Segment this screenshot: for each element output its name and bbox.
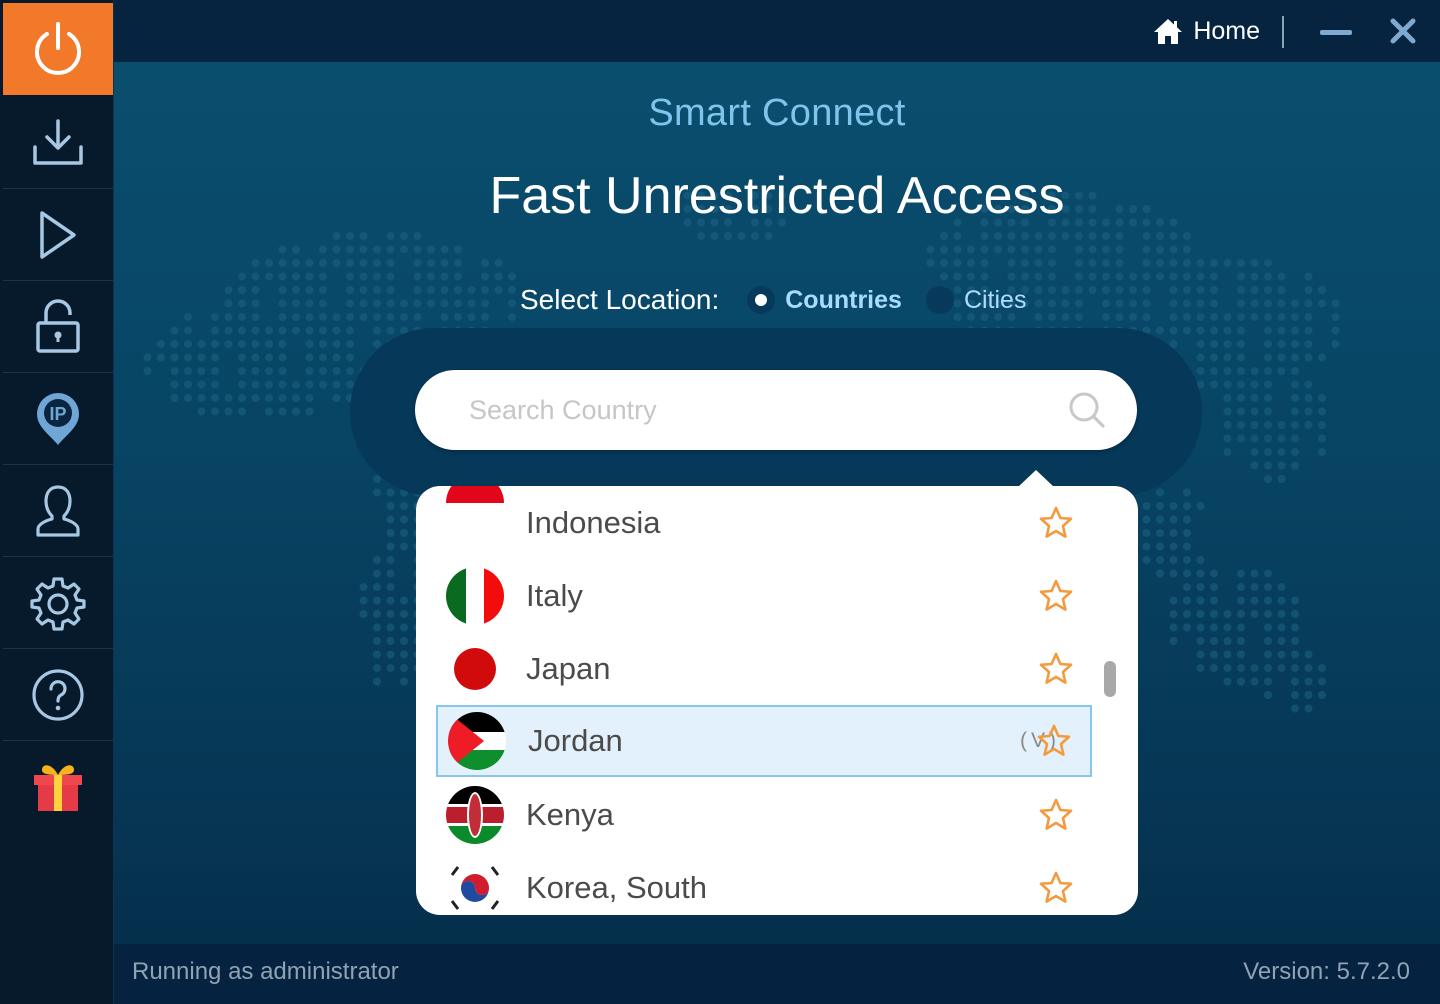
star-icon[interactable] xyxy=(1036,723,1072,759)
star-icon[interactable] xyxy=(1038,870,1074,906)
help-icon xyxy=(32,668,84,721)
list-item[interactable]: Italy xyxy=(436,560,1092,632)
location-selector: Select Location: Countries Cities xyxy=(520,280,1050,320)
play-icon xyxy=(40,210,76,259)
list-item[interactable]: Japan xyxy=(436,633,1092,705)
sidebar-item-lock[interactable] xyxy=(3,281,113,373)
search-box xyxy=(415,370,1137,450)
list-item[interactable]: Indonesia xyxy=(436,486,1092,559)
home-button[interactable]: Home xyxy=(1153,14,1260,48)
home-label: Home xyxy=(1193,16,1260,45)
star-icon[interactable] xyxy=(1038,578,1074,614)
country-name: Kenya xyxy=(526,797,614,832)
gear-icon xyxy=(30,576,86,631)
dropdown-caret xyxy=(1018,470,1054,487)
status-bar: Running as administrator Version: 5.7.2.… xyxy=(114,944,1440,1004)
svg-text:IP: IP xyxy=(49,404,66,424)
country-name: Jordan xyxy=(528,723,623,758)
list-item-selected[interactable]: Jordan (V) xyxy=(436,705,1092,777)
sidebar: IP xyxy=(0,0,114,1004)
radio-dot xyxy=(925,286,954,314)
user-icon xyxy=(36,484,80,537)
radio-label: Countries xyxy=(785,285,902,314)
sidebar-item-ip[interactable]: IP xyxy=(3,373,113,465)
admin-status: Running as administrator xyxy=(132,958,399,985)
country-name: Italy xyxy=(526,578,583,613)
sidebar-item-power[interactable] xyxy=(3,3,113,95)
list-item[interactable]: Kenya xyxy=(436,779,1092,851)
flag-kenya xyxy=(446,786,504,844)
country-name: Indonesia xyxy=(526,505,661,540)
radio-countries[interactable]: Countries xyxy=(747,286,902,315)
star-icon[interactable] xyxy=(1038,651,1074,687)
close-button[interactable] xyxy=(1386,14,1420,48)
sidebar-item-settings[interactable] xyxy=(3,557,113,649)
page-subtitle: Smart Connect xyxy=(648,92,906,134)
unlock-icon xyxy=(36,298,80,353)
flag-jordan xyxy=(448,712,506,770)
radio-dot xyxy=(747,286,776,314)
close-icon xyxy=(1390,18,1416,44)
download-icon xyxy=(33,118,83,165)
country-name: Korea, South xyxy=(526,870,707,905)
radio-cities[interactable]: Cities xyxy=(925,285,1027,315)
flag-italy xyxy=(446,567,504,625)
flag-japan xyxy=(446,640,504,698)
power-icon xyxy=(35,22,81,75)
sidebar-item-play[interactable] xyxy=(3,189,113,281)
sidebar-item-help[interactable] xyxy=(3,649,113,741)
gift-icon xyxy=(34,765,82,811)
location-label: Select Location: xyxy=(520,284,720,315)
page-title: Fast Unrestricted Access xyxy=(489,167,1065,225)
ip-location-icon: IP xyxy=(37,392,79,445)
list-scrollbar[interactable] xyxy=(1104,661,1116,697)
main-panel: Smart Connect Fast Unrestricted Access S… xyxy=(114,62,1440,944)
list-item[interactable]: Korea, South xyxy=(436,852,1092,915)
sidebar-item-account[interactable] xyxy=(3,465,113,557)
home-icon xyxy=(1154,19,1183,44)
flag-korea-south xyxy=(446,859,504,915)
flag-indonesia xyxy=(446,486,504,532)
search-icon[interactable] xyxy=(1067,390,1107,430)
titlebar-divider xyxy=(1282,16,1284,48)
version-label: Version: 5.7.2.0 xyxy=(1243,958,1410,985)
title-bar: Home xyxy=(114,0,1440,62)
star-icon[interactable] xyxy=(1038,505,1074,541)
sidebar-item-download[interactable] xyxy=(3,97,113,189)
country-name: Japan xyxy=(526,651,611,686)
search-input[interactable] xyxy=(469,370,1029,450)
country-list: Indonesia Italy Japan Jordan (V) Kenya K… xyxy=(416,486,1138,915)
star-icon[interactable] xyxy=(1038,797,1074,833)
sidebar-item-gift[interactable] xyxy=(3,741,113,833)
minimize-button[interactable] xyxy=(1316,18,1356,44)
radio-label: Cities xyxy=(963,285,1027,314)
